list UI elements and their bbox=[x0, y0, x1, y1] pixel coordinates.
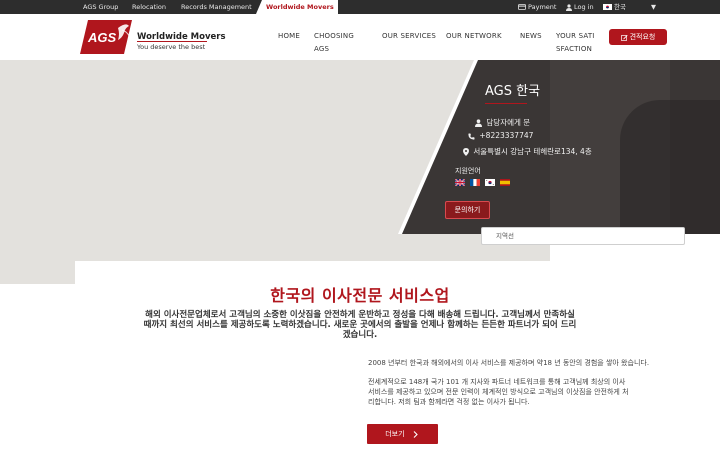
nav-item-our-network[interactable]: OUR NETWORK bbox=[446, 30, 502, 43]
edit-icon bbox=[620, 34, 628, 41]
top-utility-bar: AGS Group Relocation Records Management … bbox=[0, 0, 720, 14]
login-label: Log in bbox=[574, 3, 594, 11]
brand-divider bbox=[137, 41, 207, 42]
office-address: 서울특별시 강남구 테헤란로134, 4층 bbox=[463, 146, 592, 157]
read-more-button[interactable]: 더보기 bbox=[367, 424, 438, 444]
france-flag-icon[interactable] bbox=[470, 179, 480, 186]
topbar-link-records-management[interactable]: Records Management bbox=[181, 0, 252, 14]
credit-card-icon bbox=[518, 4, 526, 10]
office-phone[interactable]: +8223337747 bbox=[468, 131, 533, 140]
payment-link[interactable]: Payment bbox=[518, 0, 556, 14]
office-contact-person[interactable]: 담당자에게 문 bbox=[475, 117, 530, 128]
panel-background-figure bbox=[620, 100, 720, 234]
topbar-tab-label: Worldwide Movers bbox=[266, 3, 334, 11]
nav-item-your-satisfaction[interactable]: YOUR SATISFACTION bbox=[556, 30, 596, 62]
logo-text: AGS bbox=[87, 30, 117, 45]
office-title-underline bbox=[485, 103, 527, 104]
language-selector[interactable]: 한국 bbox=[603, 0, 626, 14]
chevron-right-icon bbox=[413, 430, 418, 438]
network-paragraph: 전세계적으로 148개 국가 101 개 지사와 파트너 네트워크를 통해 고객… bbox=[368, 378, 629, 406]
nav-item-news[interactable]: NEWS bbox=[520, 30, 542, 43]
topbar-link-relocation[interactable]: Relocation bbox=[132, 0, 166, 14]
nav-item-home[interactable]: HOME bbox=[278, 30, 300, 43]
korea-flag-icon bbox=[603, 4, 612, 10]
nav-item-choosing-ags[interactable]: CHOOSING AGS bbox=[314, 30, 370, 56]
request-quote-button[interactable]: 견적요청 bbox=[609, 29, 667, 45]
topbar-link-ags-group[interactable]: AGS Group bbox=[83, 0, 118, 14]
spain-flag-icon[interactable] bbox=[500, 179, 510, 186]
uk-flag-icon[interactable] bbox=[455, 179, 465, 186]
contact-person-label: 담당자에게 문 bbox=[486, 118, 531, 127]
ags-logo[interactable]: AGS bbox=[80, 20, 132, 54]
phone-number: +8223337747 bbox=[479, 131, 534, 140]
phone-icon bbox=[468, 133, 475, 140]
site-header: AGS Worldwide Movers You deserve the bes… bbox=[0, 14, 720, 60]
address-text: 서울특별시 강남구 테헤란로134, 4층 bbox=[473, 147, 592, 156]
chevron-down-icon[interactable]: ▼ bbox=[651, 0, 656, 14]
office-title: AGS 한국 bbox=[485, 84, 541, 99]
brand-tagline: You deserve the best bbox=[137, 43, 206, 51]
korea-flag-icon[interactable] bbox=[485, 179, 495, 186]
region-select[interactable]: 지역선 bbox=[481, 227, 685, 245]
page-title: 한국의 이사전문 서비스업 bbox=[270, 286, 450, 305]
request-quote-label: 견적요청 bbox=[629, 33, 656, 41]
read-more-label: 더보기 bbox=[385, 430, 405, 438]
nav-item-our-services[interactable]: OUR SERVICES bbox=[382, 30, 436, 43]
history-paragraph: 2008 년부터 한국과 해외에서의 이사 서비스를 제공하며 약18 년 동안… bbox=[368, 359, 650, 367]
topbar-tab-worldwide-movers[interactable]: Worldwide Movers bbox=[256, 0, 338, 14]
user-icon bbox=[566, 3, 572, 11]
region-select-placeholder: 지역선 bbox=[496, 232, 514, 240]
map-marker-icon bbox=[463, 148, 469, 156]
intro-description: 해외 이사전문업체로서 고객님의 소중한 이삿짐을 안전하게 운반하고 정성을 … bbox=[143, 310, 577, 340]
supported-languages-label: 지원언어 bbox=[455, 167, 481, 175]
contact-office-button[interactable]: 문의하기 bbox=[445, 201, 490, 219]
payment-label: Payment bbox=[528, 3, 557, 11]
user-icon bbox=[475, 119, 482, 127]
page: AGS Group Relocation Records Management … bbox=[0, 0, 720, 450]
language-label: 한국 bbox=[614, 3, 626, 11]
login-link[interactable]: Log in bbox=[566, 0, 594, 14]
